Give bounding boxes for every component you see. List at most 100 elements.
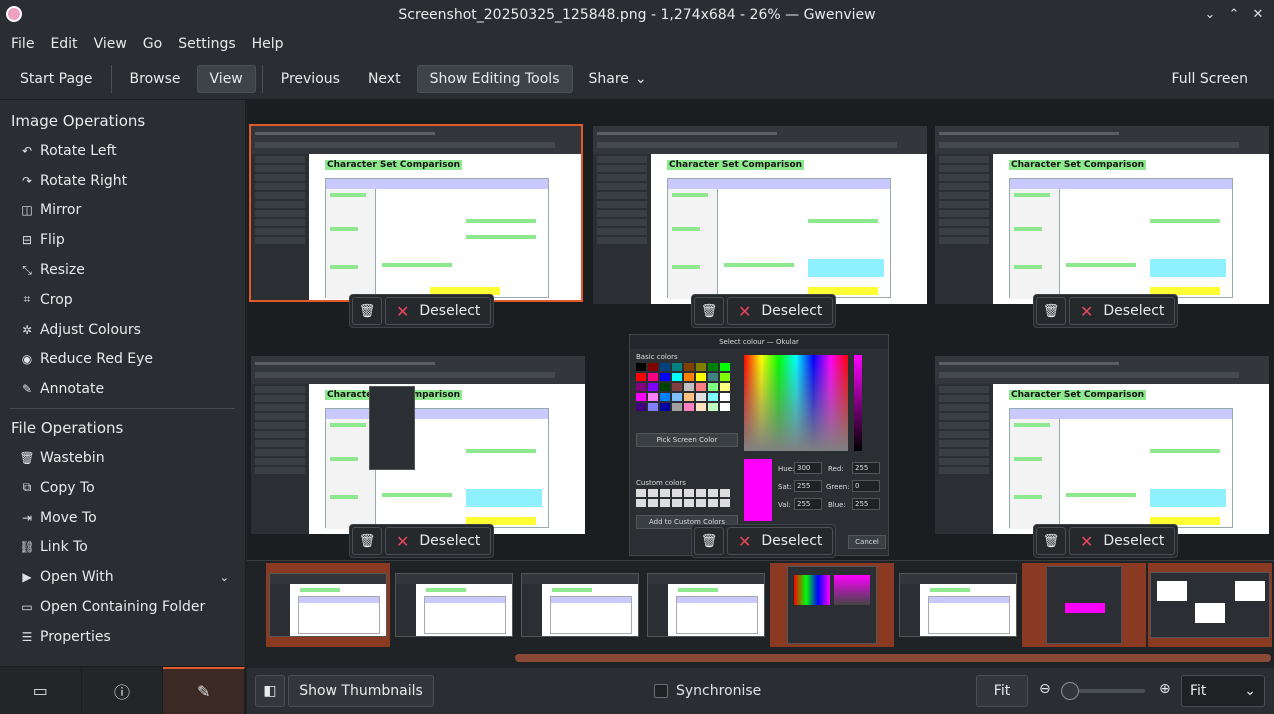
open-with-item[interactable]: ▶ Open With ⌄ [0,562,245,592]
trash-button[interactable]: 🗑 [694,527,724,555]
color-swatch[interactable] [708,383,718,391]
sat-field[interactable]: 255 [794,480,822,492]
color-swatch[interactable] [720,383,730,391]
thumbnail[interactable] [1022,563,1146,647]
mirror-item[interactable]: ◫ Mirror [0,196,245,226]
compare-image[interactable]: Character Set Comparison [935,126,1269,304]
green-field[interactable]: 0 [852,480,880,492]
color-swatch[interactable] [648,393,658,401]
color-swatch[interactable] [696,403,706,411]
compare-image[interactable]: Character Set Comparison [935,356,1269,534]
view-button[interactable]: View [196,64,256,93]
color-swatch[interactable] [672,363,682,371]
deselect-button[interactable]: ✕ Deselect [385,527,492,555]
deselect-button[interactable]: ✕ Deselect [1069,297,1176,325]
menu-view[interactable]: View [86,30,135,58]
folders-tab[interactable]: ▭ [0,667,82,714]
scrollbar-handle[interactable] [515,654,1271,662]
share-button[interactable]: Share ⌄ [577,65,659,93]
color-swatch[interactable] [684,373,694,381]
thumbnail[interactable] [518,563,642,647]
thumbnail[interactable] [392,563,516,647]
color-swatch[interactable] [684,383,694,391]
color-swatch[interactable] [696,393,706,401]
color-swatch[interactable] [648,373,658,381]
color-swatch[interactable] [708,373,718,381]
color-swatch[interactable] [636,363,646,371]
cancel-button[interactable]: Cancel [848,535,886,549]
rotate-right-item[interactable]: ↷ Rotate Right [0,166,245,196]
operations-tab[interactable]: ✎ [163,667,246,714]
zoom-out-icon[interactable]: ⊖ [1039,681,1051,697]
rotate-left-item[interactable]: ↶ Rotate Left [0,136,245,166]
crop-item[interactable]: ⌗ Crop [0,285,245,315]
start-page-button[interactable]: Start Page [8,65,105,93]
chevron-down-icon[interactable]: ⌄ [220,571,229,584]
reduce-red-eye-item[interactable]: ◉ Reduce Red Eye [0,345,245,375]
properties-item[interactable]: ☰ Properties [0,622,245,652]
adjust-colours-item[interactable]: ✲ Adjust Colours [0,315,245,345]
color-swatch[interactable] [720,363,730,371]
thumbnail[interactable] [1148,563,1272,647]
blue-field[interactable]: 255 [852,498,880,510]
deselect-button[interactable]: ✕ Deselect [727,527,834,555]
move-to-item[interactable]: ⇥ Move To [0,503,245,533]
hue-field[interactable]: 300 [794,462,822,474]
pick-screen-color-button[interactable]: Pick Screen Color [636,433,738,447]
information-tab[interactable]: ⓘ [82,667,164,714]
deselect-button[interactable]: ✕ Deselect [1069,527,1176,555]
deselect-button[interactable]: ✕ Deselect [727,297,834,325]
fit-button[interactable]: Fit [976,675,1028,707]
open-containing-folder-item[interactable]: ▭ Open Containing Folder [0,592,245,622]
color-swatch[interactable] [648,403,658,411]
flip-item[interactable]: ⊟ Flip [0,225,245,255]
compare-image[interactable]: Character Set Comparison [251,356,585,534]
color-swatch[interactable] [636,383,646,391]
select-colour-dialog[interactable]: Select colour — Okular Basic colors Pick… [629,334,889,556]
link-to-item[interactable]: ⛓ Link To [0,533,245,563]
color-swatch[interactable] [708,363,718,371]
zoom-slider[interactable] [1061,682,1145,700]
zoom-in-icon[interactable]: ⊕ [1159,681,1171,697]
annotate-item[interactable]: ✎ Annotate [0,374,245,404]
thumbnail[interactable] [896,563,1020,647]
red-field[interactable]: 255 [852,462,880,474]
color-swatch[interactable] [636,403,646,411]
next-button[interactable]: Next [356,65,413,93]
color-swatch[interactable] [696,383,706,391]
zoom-slider-handle[interactable] [1061,682,1079,700]
color-swatch[interactable] [720,403,730,411]
color-swatch[interactable] [648,363,658,371]
value-bar[interactable] [854,355,862,451]
toggle-sidebar-button[interactable]: ◧ [255,675,285,707]
compare-image[interactable]: Character Set Comparison [593,126,927,304]
menu-file[interactable]: File [3,30,42,58]
trash-button[interactable]: 🗑 [352,297,382,325]
color-swatch[interactable] [660,383,670,391]
thumbnail-scrollbar[interactable] [515,654,1271,662]
wastebin-item[interactable]: 🗑 Wastebin [0,443,245,473]
close-button[interactable]: ✕ [1248,4,1268,24]
full-screen-button[interactable]: Full Screen [1159,65,1260,93]
color-swatch[interactable] [672,403,682,411]
minimize-button[interactable]: ⌄ [1200,4,1220,24]
trash-button[interactable]: 🗑 [694,297,724,325]
compare-image[interactable]: Character Set Comparison [249,124,583,302]
color-swatch[interactable] [672,383,682,391]
thumbnail[interactable] [770,563,894,647]
color-swatch[interactable] [636,373,646,381]
val-field[interactable]: 255 [794,498,822,510]
color-spectrum[interactable] [744,355,848,451]
resize-item[interactable]: ⤡ Resize [0,255,245,285]
color-swatch[interactable] [696,373,706,381]
show-thumbnails-button[interactable]: Show Thumbnails [288,675,434,707]
color-swatch[interactable] [660,403,670,411]
color-swatch[interactable] [684,393,694,401]
copy-to-item[interactable]: ⧉ Copy To [0,473,245,503]
trash-button[interactable]: 🗑 [1036,527,1066,555]
color-swatch[interactable] [684,363,694,371]
color-swatch[interactable] [708,393,718,401]
color-swatch[interactable] [720,393,730,401]
color-swatch[interactable] [672,373,682,381]
menu-help[interactable]: Help [244,30,292,58]
